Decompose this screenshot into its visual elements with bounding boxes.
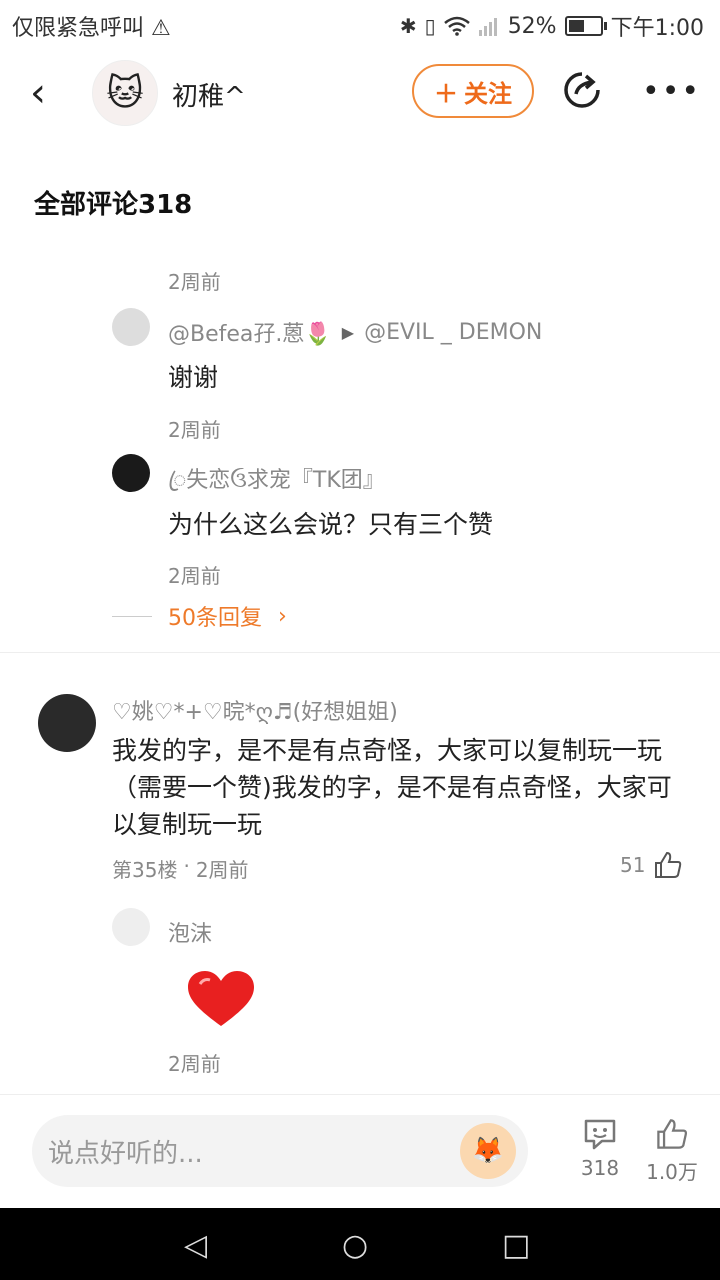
comments-count: 318 (580, 1156, 620, 1180)
avatar[interactable] (112, 908, 150, 946)
reply-time: 2周前 (168, 1052, 221, 1076)
reply-target[interactable]: @EVIL _ DEMON (364, 320, 542, 345)
comment-meta: 第35楼 · 2周前 (112, 854, 249, 883)
thumb-up-icon (657, 1119, 688, 1149)
bluetooth-icon: ✱ (399, 14, 417, 38)
follow-button[interactable]: ＋ 关注 (412, 64, 534, 118)
bottom-bar: 说点好听的... 🦊 318 1.0万 (0, 1094, 720, 1211)
share-icon[interactable] (562, 70, 602, 110)
comment-input[interactable]: 说点好听的... 🦊 (32, 1115, 528, 1187)
comment-icon (584, 1119, 616, 1150)
battery-icon (564, 16, 607, 36)
back-icon[interactable]: ‹ (30, 70, 46, 116)
reply-author-line: @Befea孖.蒽🌷 ▶ @EVIL _ DEMON (168, 316, 542, 348)
reply-author[interactable]: @Befea孖.蒽🌷 (168, 316, 332, 348)
reply-time: 2周前 (168, 564, 221, 588)
avatar[interactable] (112, 308, 150, 346)
chevron-right-icon: › (278, 603, 287, 629)
username[interactable]: 初稚^ (172, 76, 246, 113)
avatar[interactable] (38, 694, 96, 752)
reply-time: 2周前 (168, 270, 221, 294)
clock: 下午1:00 (610, 16, 704, 41)
page-title: 全部评论318 (34, 190, 193, 220)
reply-author[interactable]: 泡沫 (168, 916, 212, 948)
warning-icon: ⚠ (151, 16, 171, 41)
avatar[interactable] (112, 454, 150, 492)
battery-percent: 52% (507, 13, 557, 39)
sticker-icon[interactable]: 🦊 (460, 1123, 516, 1179)
reply-author[interactable]: ꦿ失恋ઉ求宠『TK团』 (168, 462, 385, 508)
reply-time: 2周前 (168, 418, 221, 442)
floor-number: 第35楼 (112, 858, 178, 882)
thumb-up-icon (655, 851, 682, 878)
comment-text: 我发的字，是不是有点奇怪，大家可以复制玩一玩（需要一个赞)我发的字，是不是有点奇… (112, 736, 672, 839)
plus-icon: ＋ (434, 79, 458, 108)
signal-icon (478, 18, 497, 36)
reply-text: 谢谢 (168, 363, 219, 392)
divider-line (112, 615, 152, 617)
comment-author[interactable]: ♡姚♡*+♡晥*ღ♬(好想姐姐) (112, 694, 398, 726)
nav-home-icon[interactable]: ○ (342, 1228, 368, 1263)
likes-button[interactable]: 1.0万 (632, 1117, 712, 1185)
nav-recents-icon[interactable]: □ (502, 1228, 530, 1263)
meta-separator: · (183, 854, 190, 878)
likes-count: 1.0万 (646, 1160, 698, 1184)
system-nav-bar: ◁ ○ □ (0, 1208, 720, 1280)
heart-icon (188, 971, 254, 1026)
top-header: ‹ 🐱 初稚^ ＋ 关注 ••• (0, 56, 720, 132)
like-button[interactable]: 51 (620, 850, 683, 880)
status-bar: 仅限紧急呼叫 ⚠ ✱ ▯ 52% 下午1:00 (0, 0, 720, 48)
like-count: 51 (620, 853, 646, 877)
reply-text: 为什么这么会说？只有三个赞 (168, 510, 494, 539)
wifi-icon (443, 16, 470, 36)
comment-time: 2周前 (195, 858, 249, 882)
vibrate-icon: ▯ (424, 14, 436, 38)
avatar[interactable]: 🐱 (92, 60, 158, 126)
more-replies-link[interactable]: 50条回复 › (112, 600, 287, 632)
comments-button[interactable]: 318 (560, 1117, 640, 1180)
nav-back-icon[interactable]: ◁ (184, 1228, 207, 1263)
comment-input-placeholder: 说点好听的... (48, 1138, 203, 1169)
more-icon[interactable]: ••• (642, 74, 701, 109)
carrier-label: 仅限紧急呼叫 (12, 16, 145, 41)
more-replies-label: 50条回复 (168, 606, 262, 631)
follow-label: 关注 (464, 79, 512, 108)
play-arrow-icon: ▶ (341, 322, 355, 342)
divider (0, 652, 720, 653)
